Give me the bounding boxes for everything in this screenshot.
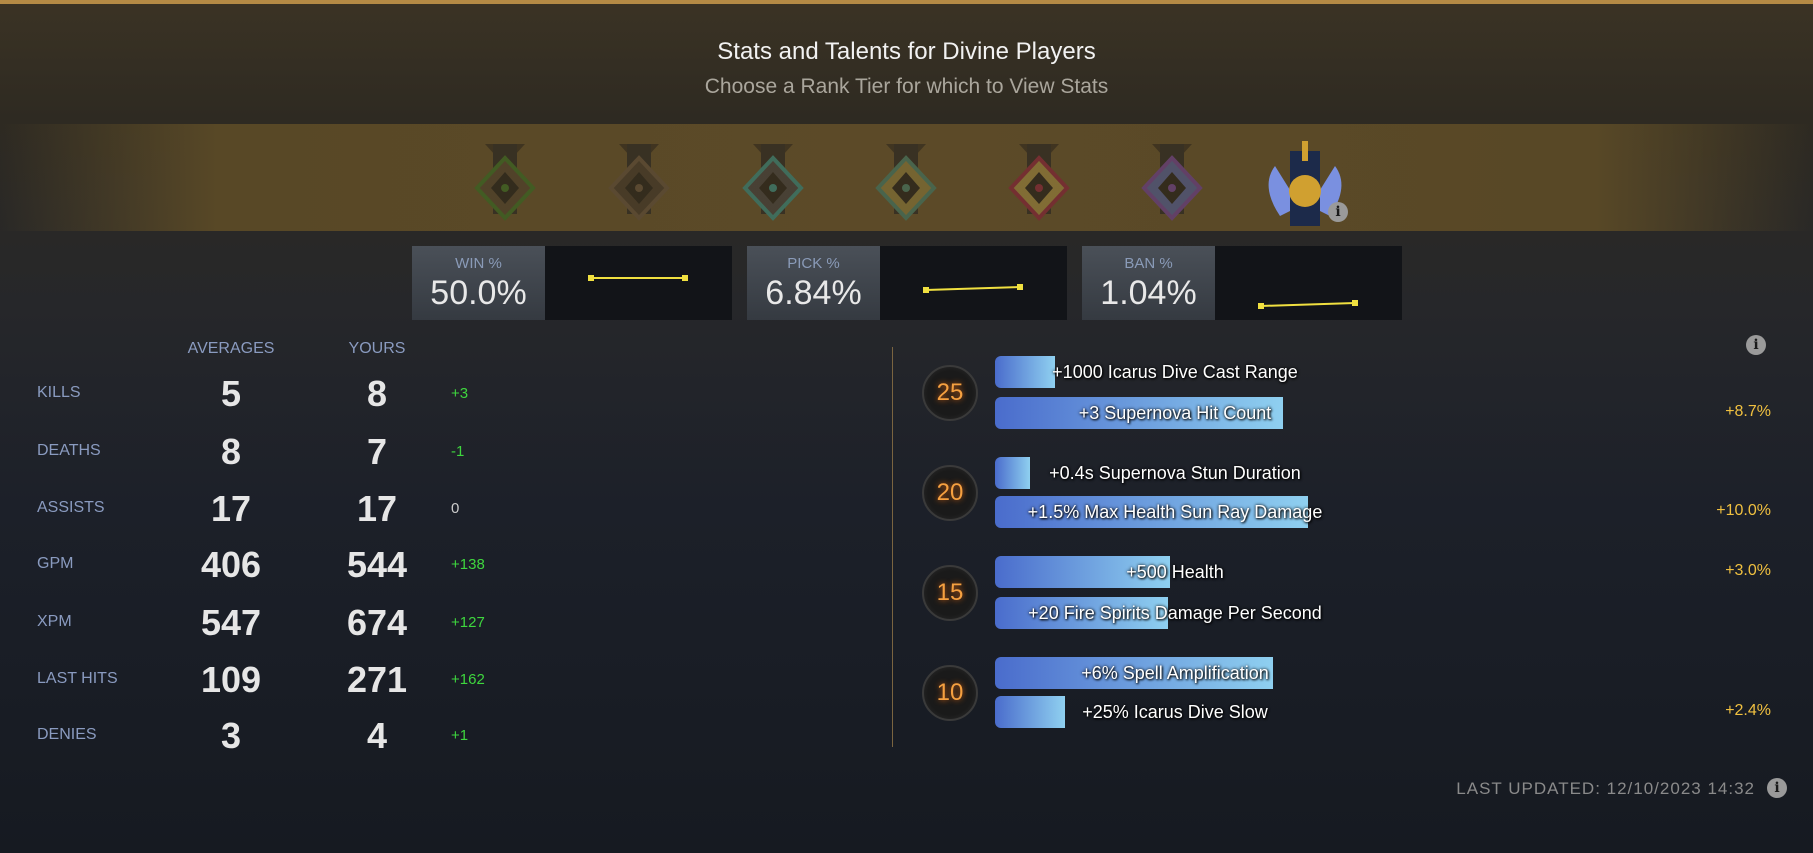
top-accent-line bbox=[0, 0, 1813, 4]
row-diff: +3 bbox=[451, 385, 469, 402]
sparkline-point bbox=[588, 275, 594, 281]
crusader-medal-icon[interactable] bbox=[723, 136, 823, 236]
herald-medal-icon[interactable] bbox=[455, 136, 555, 236]
last-updated: LAST UPDATED: 12/10/2023 14:32 bbox=[1456, 779, 1755, 798]
stat-label-box: WIN % 50.0% bbox=[412, 246, 545, 320]
last-updated-info-icon[interactable]: i bbox=[1767, 778, 1787, 798]
stat-value: 6.84% bbox=[765, 274, 862, 312]
sparkline-point bbox=[682, 275, 688, 281]
yours-header: YOURS bbox=[348, 340, 406, 357]
talent-name: +1.5% Max Health Sun Ray Damage bbox=[1027, 502, 1323, 522]
row-label: GPM bbox=[37, 555, 74, 572]
stat-ban: BAN % 1.04% bbox=[1082, 246, 1402, 320]
stat-value: 50.0% bbox=[430, 274, 527, 312]
row-diff: 0 bbox=[451, 500, 460, 517]
talent-name: +6% Spell Amplification bbox=[1081, 663, 1269, 683]
talent-option[interactable]: +20 Fire Spirits Damage Per Second bbox=[995, 597, 1595, 629]
row-yours: 7 bbox=[366, 431, 388, 472]
stat-label-box: PICK % 6.84% bbox=[747, 246, 880, 320]
row-average: 109 bbox=[200, 659, 262, 700]
talent-name: +25% Icarus Dive Slow bbox=[1082, 702, 1268, 722]
talent-option[interactable]: +25% Icarus Dive Slow bbox=[995, 696, 1595, 728]
row-yours: 674 bbox=[346, 602, 408, 643]
row-diff: +1 bbox=[451, 727, 469, 744]
talent-name: +0.4s Supernova Stun Duration bbox=[1049, 463, 1301, 483]
row-yours: 4 bbox=[366, 715, 388, 756]
row-diff: +138 bbox=[451, 556, 485, 573]
stat-label: WIN % bbox=[455, 255, 502, 272]
row-average: 5 bbox=[220, 373, 242, 414]
row-label: LAST HITS bbox=[37, 670, 118, 687]
talent-name: +3 Supernova Hit Count bbox=[1078, 403, 1272, 423]
row-average: 3 bbox=[220, 715, 242, 756]
talent-option[interactable]: +6% Spell Amplification bbox=[995, 657, 1595, 689]
stat-pick: PICK % 6.84% bbox=[747, 246, 1067, 320]
page-subtitle: Choose a Rank Tier for which to View Sta… bbox=[704, 75, 1109, 98]
sparkline-line bbox=[925, 286, 1021, 291]
talent-name: +1000 Icarus Dive Cast Range bbox=[1052, 362, 1298, 382]
row-label: XPM bbox=[37, 613, 72, 630]
sparkline-point bbox=[1258, 303, 1264, 309]
row-diff: +162 bbox=[451, 671, 485, 688]
legend-medal-icon[interactable] bbox=[989, 136, 1089, 236]
row-yours: 271 bbox=[346, 659, 408, 700]
row-diff: +127 bbox=[451, 614, 485, 631]
talent-option[interactable]: +3 Supernova Hit Count bbox=[995, 397, 1595, 429]
talent-option[interactable]: +1.5% Max Health Sun Ray Damage bbox=[995, 496, 1595, 528]
talent-name: +500 Health bbox=[1126, 562, 1224, 582]
stat-label: PICK % bbox=[787, 255, 840, 272]
talent-win-diff: +10.0% bbox=[1716, 502, 1771, 519]
row-label: DENIES bbox=[37, 726, 97, 743]
row-yours: 8 bbox=[366, 373, 388, 414]
stat-win: WIN % 50.0% bbox=[412, 246, 732, 320]
talent-level-badge: 20 bbox=[922, 464, 978, 521]
row-label: DEATHS bbox=[37, 442, 101, 459]
sparkline bbox=[588, 275, 688, 281]
row-average: 17 bbox=[210, 488, 252, 529]
stat-value: 1.04% bbox=[1100, 274, 1197, 312]
talent-level-badge: 25 bbox=[922, 364, 978, 421]
section-divider bbox=[892, 347, 893, 747]
talent-name: +20 Fire Spirits Damage Per Second bbox=[1028, 603, 1322, 623]
row-yours: 17 bbox=[356, 488, 398, 529]
talent-win-diff: +8.7% bbox=[1725, 403, 1771, 420]
talent-option[interactable]: +0.4s Supernova Stun Duration bbox=[995, 457, 1595, 489]
talent-option[interactable]: +500 Health bbox=[995, 556, 1595, 588]
row-yours: 544 bbox=[346, 544, 408, 585]
talent-win-diff: +3.0% bbox=[1725, 562, 1771, 579]
sparkline bbox=[1258, 300, 1358, 309]
sparkline bbox=[923, 284, 1023, 293]
sparkline-point bbox=[923, 287, 929, 293]
row-label: KILLS bbox=[37, 384, 81, 401]
rank-info-icon[interactable]: i bbox=[1328, 202, 1348, 222]
row-average: 547 bbox=[200, 602, 262, 643]
row-average: 406 bbox=[200, 544, 262, 585]
talents-info-icon[interactable]: i bbox=[1746, 335, 1766, 355]
talent-level-badge: 10 bbox=[922, 664, 978, 721]
row-label: ASSISTS bbox=[37, 499, 105, 516]
sparkline-point bbox=[1352, 300, 1358, 306]
sparkline-point bbox=[1017, 284, 1023, 290]
talent-level-badge: 15 bbox=[922, 564, 978, 621]
row-diff: -1 bbox=[451, 443, 465, 460]
guardian-medal-icon[interactable] bbox=[589, 136, 689, 236]
talent-option[interactable]: +1000 Icarus Dive Cast Range bbox=[995, 356, 1595, 388]
talent-win-diff: +2.4% bbox=[1725, 702, 1771, 719]
stat-label: BAN % bbox=[1124, 255, 1173, 272]
page-title: Stats and Talents for Divine Players bbox=[717, 38, 1096, 65]
row-average: 8 bbox=[220, 431, 242, 472]
ancient-medal-icon[interactable] bbox=[1122, 136, 1222, 236]
stat-label-box: BAN % 1.04% bbox=[1082, 246, 1215, 320]
rank-tier-selector bbox=[0, 124, 1813, 231]
sparkline-line bbox=[1260, 302, 1356, 307]
archon-medal-icon[interactable] bbox=[856, 136, 956, 236]
averages-header: AVERAGES bbox=[187, 340, 275, 357]
